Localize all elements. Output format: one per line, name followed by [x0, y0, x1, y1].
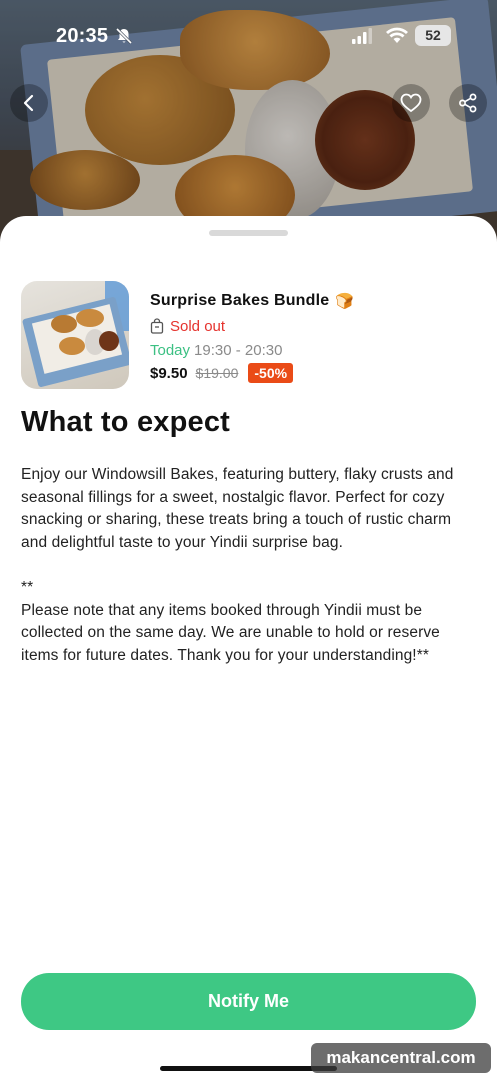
product-thumbnail — [21, 281, 129, 389]
product-info: Surprise Bakes Bundle 🍞 Sold out Today 1… — [150, 291, 480, 385]
share-button[interactable] — [449, 84, 487, 122]
bread-icon: 🍞 — [335, 292, 355, 310]
notify-me-button[interactable]: Notify Me — [21, 973, 476, 1030]
stock-status-label: Sold out — [170, 317, 226, 335]
share-icon — [459, 93, 477, 113]
favorite-button[interactable] — [392, 84, 430, 122]
wifi-icon — [386, 27, 408, 43]
description: Enjoy our Windowsill Bakes, featuring bu… — [21, 464, 481, 667]
battery-indicator: 52 — [415, 25, 451, 46]
stock-status: Sold out — [150, 315, 480, 337]
signal-icon — [352, 28, 372, 44]
section-title: What to expect — [21, 406, 231, 438]
back-button[interactable] — [10, 84, 48, 122]
bell-slash-icon — [115, 27, 133, 45]
pickup-window: 19:30 - 20:30 — [194, 341, 283, 359]
product-title-row: Surprise Bakes Bundle 🍞 — [150, 291, 480, 311]
sheet-handle[interactable] — [209, 230, 288, 236]
original-price: $19.00 — [195, 365, 239, 381]
shopping-bag-icon — [150, 318, 164, 334]
description-paragraph: Enjoy our Windowsill Bakes, featuring bu… — [21, 466, 454, 551]
product-name: Surprise Bakes Bundle — [150, 292, 330, 309]
heart-icon — [400, 93, 422, 113]
details-sheet: Surprise Bakes Bundle 🍞 Sold out Today 1… — [0, 216, 497, 1080]
description-note: ** Please note that any items booked thr… — [21, 578, 440, 664]
price-row: $9.50 $19.00 -50% — [150, 361, 480, 385]
pickup-time: Today 19:30 - 20:30 — [150, 339, 480, 361]
discount-badge: -50% — [248, 363, 294, 383]
status-time: 20:35 — [56, 25, 109, 47]
watermark: makancentral.com — [311, 1043, 491, 1073]
chevron-left-icon — [23, 94, 34, 112]
pickup-day: Today — [150, 341, 191, 359]
current-price: $9.50 — [150, 364, 188, 382]
status-bar: 20:35 52 — [0, 0, 497, 72]
